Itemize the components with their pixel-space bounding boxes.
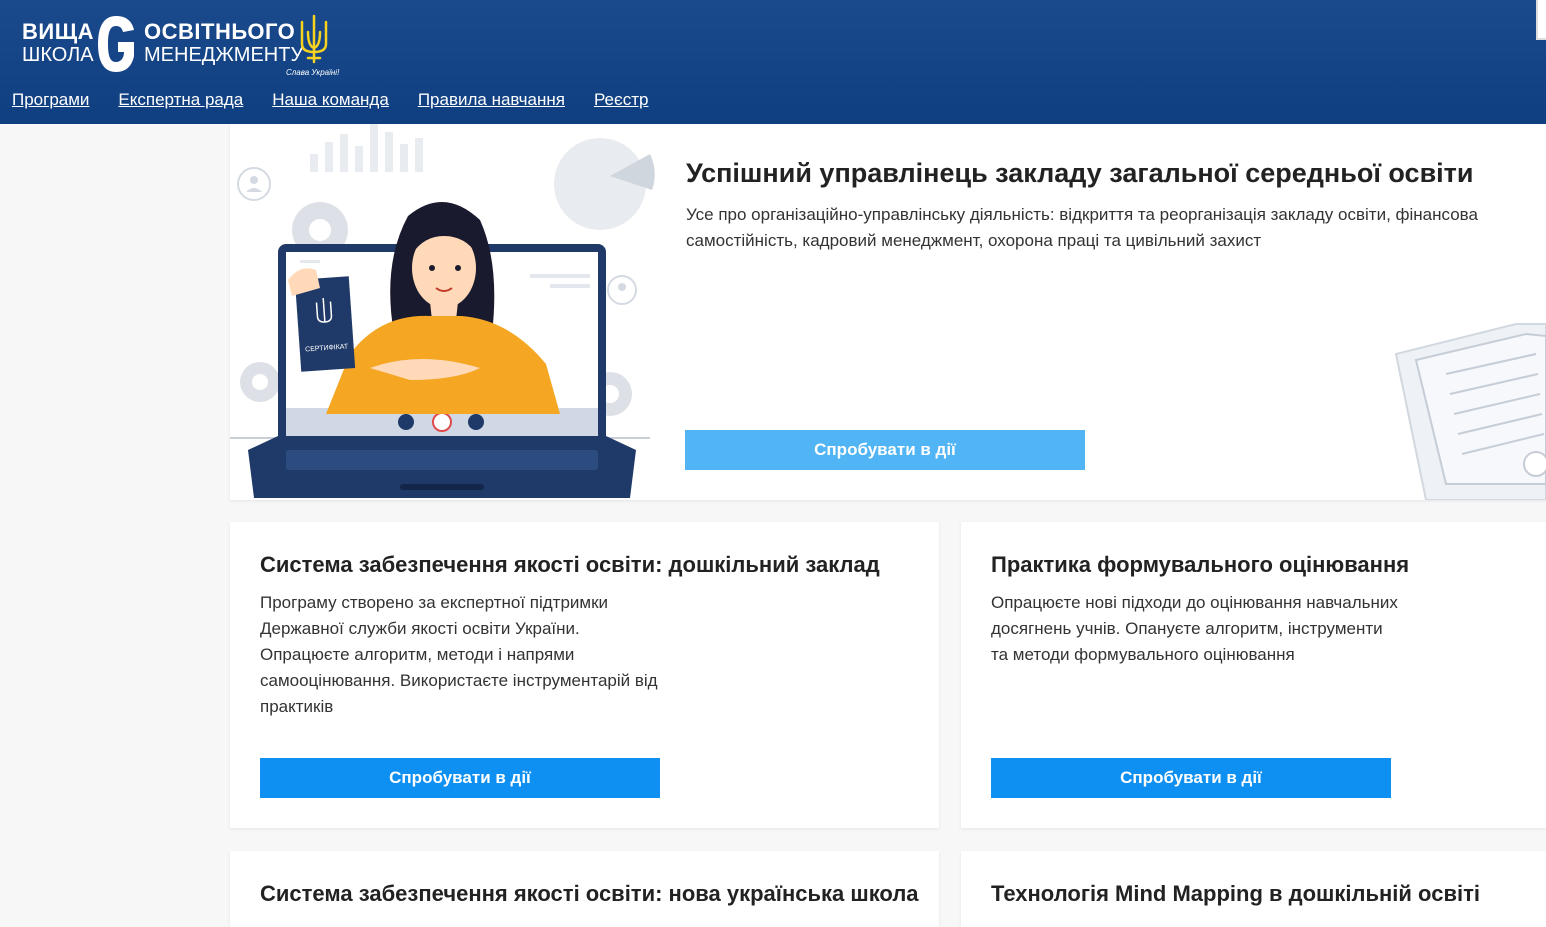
- course-card-title: Система забезпечення якості освіти: дошк…: [260, 552, 880, 577]
- hero-illustration: СЕРТИФІКАТ: [230, 124, 655, 498]
- course-card-description: Програму створено за експертної підтримк…: [260, 593, 658, 716]
- course-card-title: Практика формувального оцінювання: [991, 552, 1410, 577]
- hero-description: Усе про організаційно-управлінську діяль…: [686, 205, 1478, 250]
- course-card-description: Опрацюєте нові підходи до оцінювання нав…: [991, 593, 1398, 664]
- logo-line-4: МЕНЕДЖМЕНТУ: [144, 44, 304, 66]
- nav-link-team[interactable]: Наша команда: [272, 90, 389, 110]
- trident-icon: [300, 14, 328, 64]
- main-nav: Програми Експертна рада Наша команда Пра…: [12, 90, 648, 110]
- course-card-try-button[interactable]: Спробувати в дії: [260, 758, 660, 798]
- hero-course-card: СЕРТИФІКАТ Успішний управлінець закладу …: [230, 124, 1546, 500]
- course-card: Практика формувального оцінювання Опрацю…: [961, 522, 1546, 828]
- course-card: Система забезпечення якості освіти: дошк…: [230, 522, 939, 828]
- nav-link-expert-council[interactable]: Експертна рада: [118, 90, 243, 110]
- course-card: Система забезпечення якості освіти: нова…: [230, 851, 939, 927]
- course-card-try-button[interactable]: Спробувати в дії: [991, 758, 1391, 798]
- hero-title: Успішний управлінець закладу загальної с…: [686, 158, 1474, 188]
- logo-line-3: ОСВІТНЬОГО: [144, 19, 296, 44]
- logo-g-mark-icon: [98, 16, 134, 72]
- logo-slogan: Слава Україні!: [286, 68, 340, 77]
- course-card-title: Технологія Mind Mapping в дошкільній осв…: [991, 881, 1480, 906]
- course-card-title: Система забезпечення якості освіти: нова…: [260, 881, 919, 906]
- nav-link-programs[interactable]: Програми: [12, 90, 89, 110]
- documents-illustration: [1394, 323, 1546, 500]
- site-logo[interactable]: ВИЩА ШКОЛА ОСВІТНЬОГО МЕНЕДЖМЕНТУ Слава …: [22, 10, 352, 80]
- header-corner-box: [1536, 0, 1546, 40]
- logo-text-right: ОСВІТНЬОГО МЕНЕДЖМЕНТУ: [144, 19, 304, 67]
- logo-text-left: ВИЩА ШКОЛА: [22, 19, 95, 67]
- logo-line-2: ШКОЛА: [22, 44, 94, 66]
- hero-try-button[interactable]: Спробувати в дії: [685, 430, 1085, 470]
- site-header: ВИЩА ШКОЛА ОСВІТНЬОГО МЕНЕДЖМЕНТУ Слава …: [0, 0, 1546, 124]
- logo-line-1: ВИЩА: [22, 19, 95, 44]
- nav-link-study-rules[interactable]: Правила навчання: [418, 90, 565, 110]
- nav-link-registry[interactable]: Реєстр: [594, 90, 648, 110]
- course-card: Технологія Mind Mapping в дошкільній осв…: [961, 851, 1546, 927]
